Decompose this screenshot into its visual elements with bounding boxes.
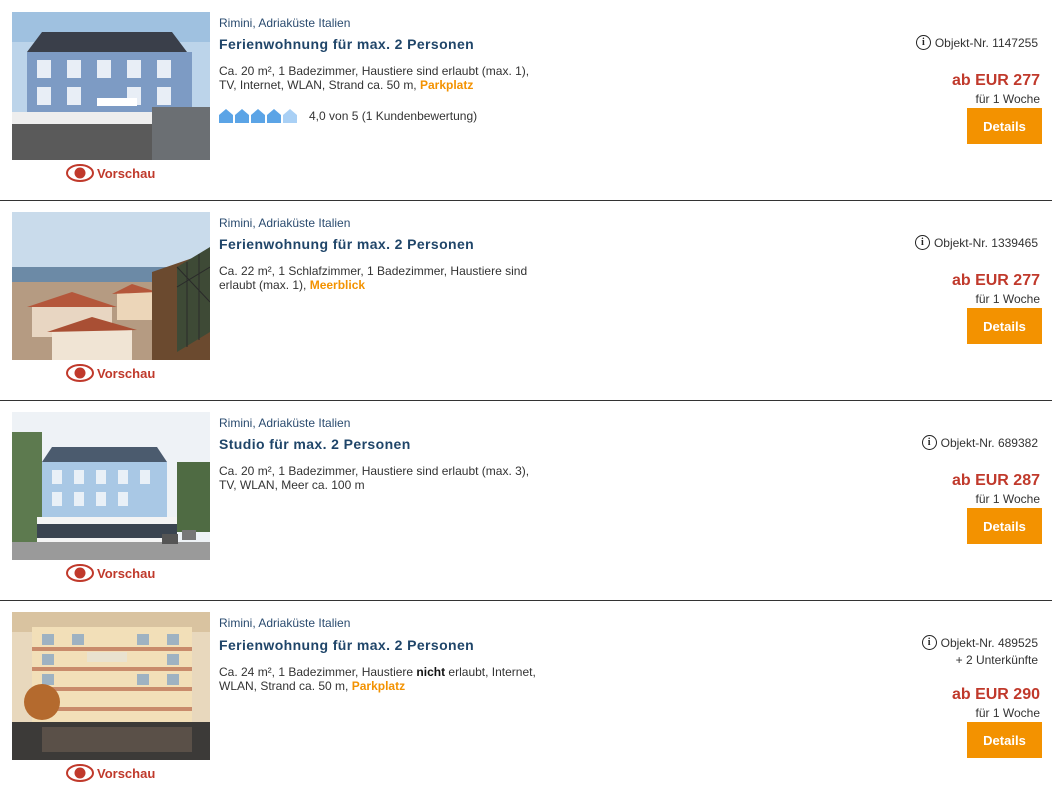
listing-description: Ca. 24 m², 1 Badezimmer, Haustiere nicht… [219,665,539,693]
rating: 4,0 von 5 (1 Kundenbewertung) [219,108,477,124]
info-icon[interactable]: i [921,435,937,450]
house-rating-icon [235,109,249,123]
object-number: i Objekt-Nr. 689382 [921,435,1038,450]
object-number-text: Objekt-Nr. 489525 [940,635,1038,650]
location-link[interactable]: Rimini, Adriaküste Italien [219,216,350,230]
listing-photo[interactable] [12,412,210,560]
preview-label: Vorschau [97,765,156,781]
details-button[interactable]: Details [967,108,1042,144]
preview-label: Vorschau [97,365,156,381]
listing-description: Ca. 20 m², 1 Badezimmer, Haustiere sind … [219,464,539,492]
feature-highlight: Parkplatz [419,78,474,92]
description-text: Ca. 22 m², 1 Schlafzimmer, 1 Badezimmer,… [219,264,528,292]
price: ab EUR 290 [951,686,1040,703]
eye-icon [66,764,94,782]
preview-link[interactable]: Vorschau [66,762,155,784]
object-number: i Objekt-Nr. 489525 [921,635,1038,650]
object-number-text: Objekt-Nr. 689382 [940,435,1038,450]
rating-text: 4,0 von 5 (1 Kundenbewertung) [309,109,478,123]
listing-card: Vorschau Rimini, Adriaküste Italien Feri… [0,600,1052,800]
feature-highlight: Meerblick [309,278,366,292]
eye-icon [66,164,94,182]
price: ab EUR 277 [951,72,1040,89]
description-text: Ca. 24 m², 1 Badezimmer, Haustiere [219,665,417,679]
price-period: für 1 Woche [975,706,1040,720]
details-button[interactable]: Details [967,308,1042,344]
preview-label: Vorschau [97,165,156,181]
object-number-text: Objekt-Nr. 1147255 [934,35,1038,50]
preview-link[interactable]: Vorschau [66,362,155,384]
house-rating-icon [219,109,233,123]
listing-title[interactable]: Ferienwohnung für max. 2 Personen [219,36,474,52]
listing-card: Vorschau Rimini, Adriaküste Italien Feri… [0,200,1052,401]
listing-photo[interactable] [12,12,210,160]
listing-description: Ca. 22 m², 1 Schlafzimmer, 1 Badezimmer,… [219,264,539,292]
details-button[interactable]: Details [967,508,1042,544]
preview-link[interactable]: Vorschau [66,562,155,584]
details-button[interactable]: Details [967,722,1042,758]
price-period: für 1 Woche [975,92,1040,106]
listing-card: Vorschau Rimini, Adriaküste Italien Feri… [0,0,1052,201]
house-rating-icon [267,109,281,123]
price-period: für 1 Woche [975,492,1040,506]
description-text: Ca. 20 m², 1 Badezimmer, Haustiere sind … [219,64,530,92]
preview-link[interactable]: Vorschau [66,162,155,184]
listing-photo[interactable] [12,212,210,360]
listing-description: Ca. 20 m², 1 Badezimmer, Haustiere sind … [219,64,539,92]
price: ab EUR 287 [951,472,1040,489]
location-link[interactable]: Rimini, Adriaküste Italien [219,616,350,630]
house-rating-icon [251,109,265,123]
location-link[interactable]: Rimini, Adriaküste Italien [219,416,350,430]
eye-icon [66,364,94,382]
description-text: Ca. 20 m², 1 Badezimmer, Haustiere sind … [219,464,530,492]
description-emphasis: nicht [416,665,446,679]
object-number: i Objekt-Nr. 1339465 [914,235,1038,250]
preview-label: Vorschau [97,565,156,581]
eye-icon [66,564,94,582]
listing-title[interactable]: Ferienwohnung für max. 2 Personen [219,637,474,653]
location-link[interactable]: Rimini, Adriaküste Italien [219,16,350,30]
info-icon[interactable]: i [915,35,931,50]
price: ab EUR 277 [951,272,1040,289]
price-period: für 1 Woche [975,292,1040,306]
additional-units[interactable]: + 2 Unterkünfte [956,653,1038,667]
listing-title[interactable]: Studio für max. 2 Personen [219,436,411,452]
object-number: i Objekt-Nr. 1147255 [915,35,1038,50]
listing-title[interactable]: Ferienwohnung für max. 2 Personen [219,236,474,252]
house-rating-icon-empty [283,109,297,123]
info-icon[interactable]: i [914,235,930,250]
listing-card: Vorschau Rimini, Adriaküste Italien Stud… [0,400,1052,601]
feature-highlight: Parkplatz [351,679,406,693]
info-icon[interactable]: i [921,635,937,650]
object-number-text: Objekt-Nr. 1339465 [933,235,1038,250]
listing-photo[interactable] [12,612,210,760]
